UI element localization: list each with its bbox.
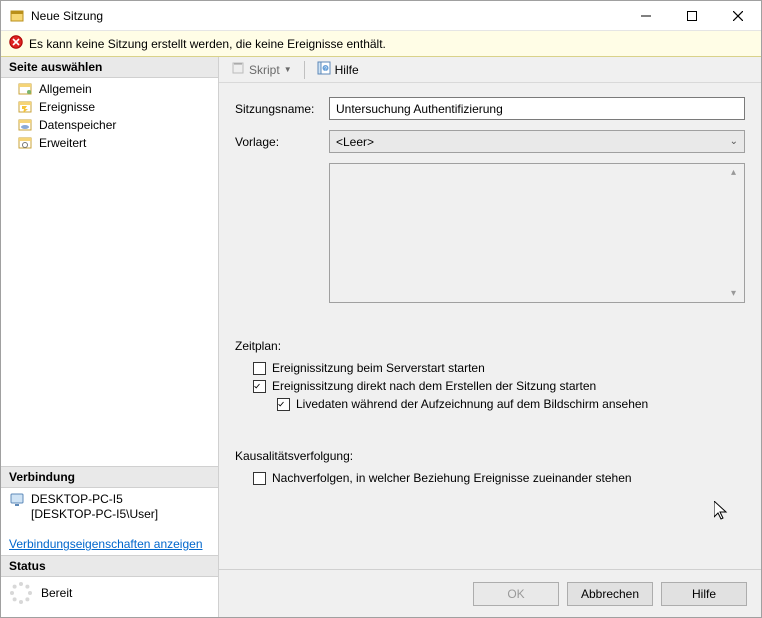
sidebar-item-label: Erweitert bbox=[39, 136, 86, 150]
close-button[interactable] bbox=[715, 1, 761, 30]
page-icon bbox=[17, 117, 33, 133]
checkbox-start-after-create[interactable]: Ereignissitzung direkt nach dem Erstelle… bbox=[235, 377, 745, 395]
notification-bar: Es kann keine Sitzung erstellt werden, d… bbox=[1, 31, 761, 57]
sidebar-header-connection: Verbindung bbox=[1, 466, 218, 488]
checkbox-label: Ereignissitzung beim Serverstart starten bbox=[272, 361, 485, 375]
session-name-input[interactable] bbox=[329, 97, 745, 120]
sidebar-item-label: Ereignisse bbox=[39, 100, 95, 114]
window-title: Neue Sitzung bbox=[31, 9, 623, 23]
sidebar-item-label: Allgemein bbox=[39, 82, 92, 96]
script-icon bbox=[231, 61, 245, 78]
window-controls bbox=[623, 1, 761, 30]
checkbox-icon bbox=[253, 472, 266, 485]
checkbox-start-on-server[interactable]: Ereignissitzung beim Serverstart starten bbox=[235, 359, 745, 377]
session-name-label: Sitzungsname: bbox=[235, 102, 329, 116]
sidebar-item-storage[interactable]: Datenspeicher bbox=[1, 116, 218, 134]
dialog-window: Neue Sitzung Es kann keine Sitzung erste… bbox=[0, 0, 762, 618]
template-label: Vorlage: bbox=[235, 135, 329, 149]
page-icon bbox=[17, 135, 33, 151]
maximize-button[interactable] bbox=[669, 1, 715, 30]
template-select[interactable]: <Leer> ⌄ bbox=[329, 130, 745, 153]
page-icon bbox=[17, 99, 33, 115]
checkbox-icon bbox=[277, 398, 290, 411]
dialog-footer: OK Abbrechen Hilfe bbox=[219, 569, 761, 617]
checkbox-icon bbox=[253, 362, 266, 375]
chevron-down-icon: ⌄ bbox=[730, 136, 738, 147]
template-description-box: ▴▾ bbox=[329, 163, 745, 303]
checkbox-label: Ereignissitzung direkt nach dem Erstelle… bbox=[272, 379, 596, 393]
sidebar-item-advanced[interactable]: Erweitert bbox=[1, 134, 218, 152]
notification-text: Es kann keine Sitzung erstellt werden, d… bbox=[29, 37, 386, 51]
checkbox-label: Nachverfolgen, in welcher Beziehung Erei… bbox=[272, 471, 632, 485]
dialog-body: Seite auswählen Allgemein Ereignisse Dat… bbox=[1, 57, 761, 617]
status-block: Bereit bbox=[1, 577, 218, 617]
script-dropdown[interactable]: Skript ▼ bbox=[225, 59, 298, 80]
help-icon: ? bbox=[317, 61, 331, 78]
cancel-button[interactable]: Abbrechen bbox=[567, 582, 653, 606]
server-icon bbox=[9, 492, 25, 511]
titlebar: Neue Sitzung bbox=[1, 1, 761, 31]
help-label: Hilfe bbox=[335, 63, 359, 77]
scrollbar[interactable]: ▴▾ bbox=[725, 167, 742, 299]
connection-block: DESKTOP-PC-I5 [DESKTOP-PC-I5\User] Verbi… bbox=[1, 488, 218, 555]
spinner-icon bbox=[9, 581, 33, 605]
main-panel: Skript ▼ ? Hilfe Sitzungsname: Vorlage: bbox=[219, 57, 761, 617]
scroll-up-icon: ▴ bbox=[725, 167, 742, 178]
checkbox-track-relations[interactable]: Nachverfolgen, in welcher Beziehung Erei… bbox=[235, 469, 745, 487]
connection-name: DESKTOP-PC-I5 bbox=[31, 492, 158, 508]
sidebar-item-events[interactable]: Ereignisse bbox=[1, 98, 218, 116]
script-label: Skript bbox=[249, 63, 280, 77]
error-icon bbox=[9, 35, 23, 52]
form-area: Sitzungsname: Vorlage: <Leer> ⌄ bbox=[219, 83, 761, 569]
connection-properties-link[interactable]: Verbindungseigenschaften anzeigen bbox=[9, 537, 203, 551]
sidebar-item-general[interactable]: Allgemein bbox=[1, 80, 218, 98]
minimize-button[interactable] bbox=[623, 1, 669, 30]
sidebar-header-pages: Seite auswählen bbox=[1, 57, 218, 78]
chevron-down-icon: ▼ bbox=[284, 65, 292, 74]
connection-user: [DESKTOP-PC-I5\User] bbox=[31, 507, 158, 523]
toolbar: Skript ▼ ? Hilfe bbox=[219, 57, 761, 83]
help-button-footer[interactable]: Hilfe bbox=[661, 582, 747, 606]
checkbox-label: Livedaten während der Aufzeichnung auf d… bbox=[296, 397, 648, 411]
page-icon bbox=[17, 81, 33, 97]
app-icon bbox=[9, 8, 25, 24]
ok-button[interactable]: OK bbox=[473, 582, 559, 606]
help-button[interactable]: ? Hilfe bbox=[311, 59, 365, 80]
scroll-down-icon: ▾ bbox=[725, 288, 742, 299]
sidebar: Seite auswählen Allgemein Ereignisse Dat… bbox=[1, 57, 219, 617]
schedule-label: Zeitplan: bbox=[235, 339, 745, 353]
toolbar-separator bbox=[304, 61, 305, 79]
status-text: Bereit bbox=[41, 586, 72, 600]
template-value: <Leer> bbox=[336, 135, 374, 149]
svg-text:?: ? bbox=[324, 67, 327, 73]
sidebar-item-label: Datenspeicher bbox=[39, 118, 116, 132]
sidebar-header-status: Status bbox=[1, 555, 218, 577]
sidebar-page-list: Allgemein Ereignisse Datenspeicher Erwei… bbox=[1, 78, 218, 154]
causality-label: Kausalitätsverfolgung: bbox=[235, 449, 745, 463]
checkbox-icon bbox=[253, 380, 266, 393]
checkbox-live-data[interactable]: Livedaten während der Aufzeichnung auf d… bbox=[235, 395, 745, 413]
